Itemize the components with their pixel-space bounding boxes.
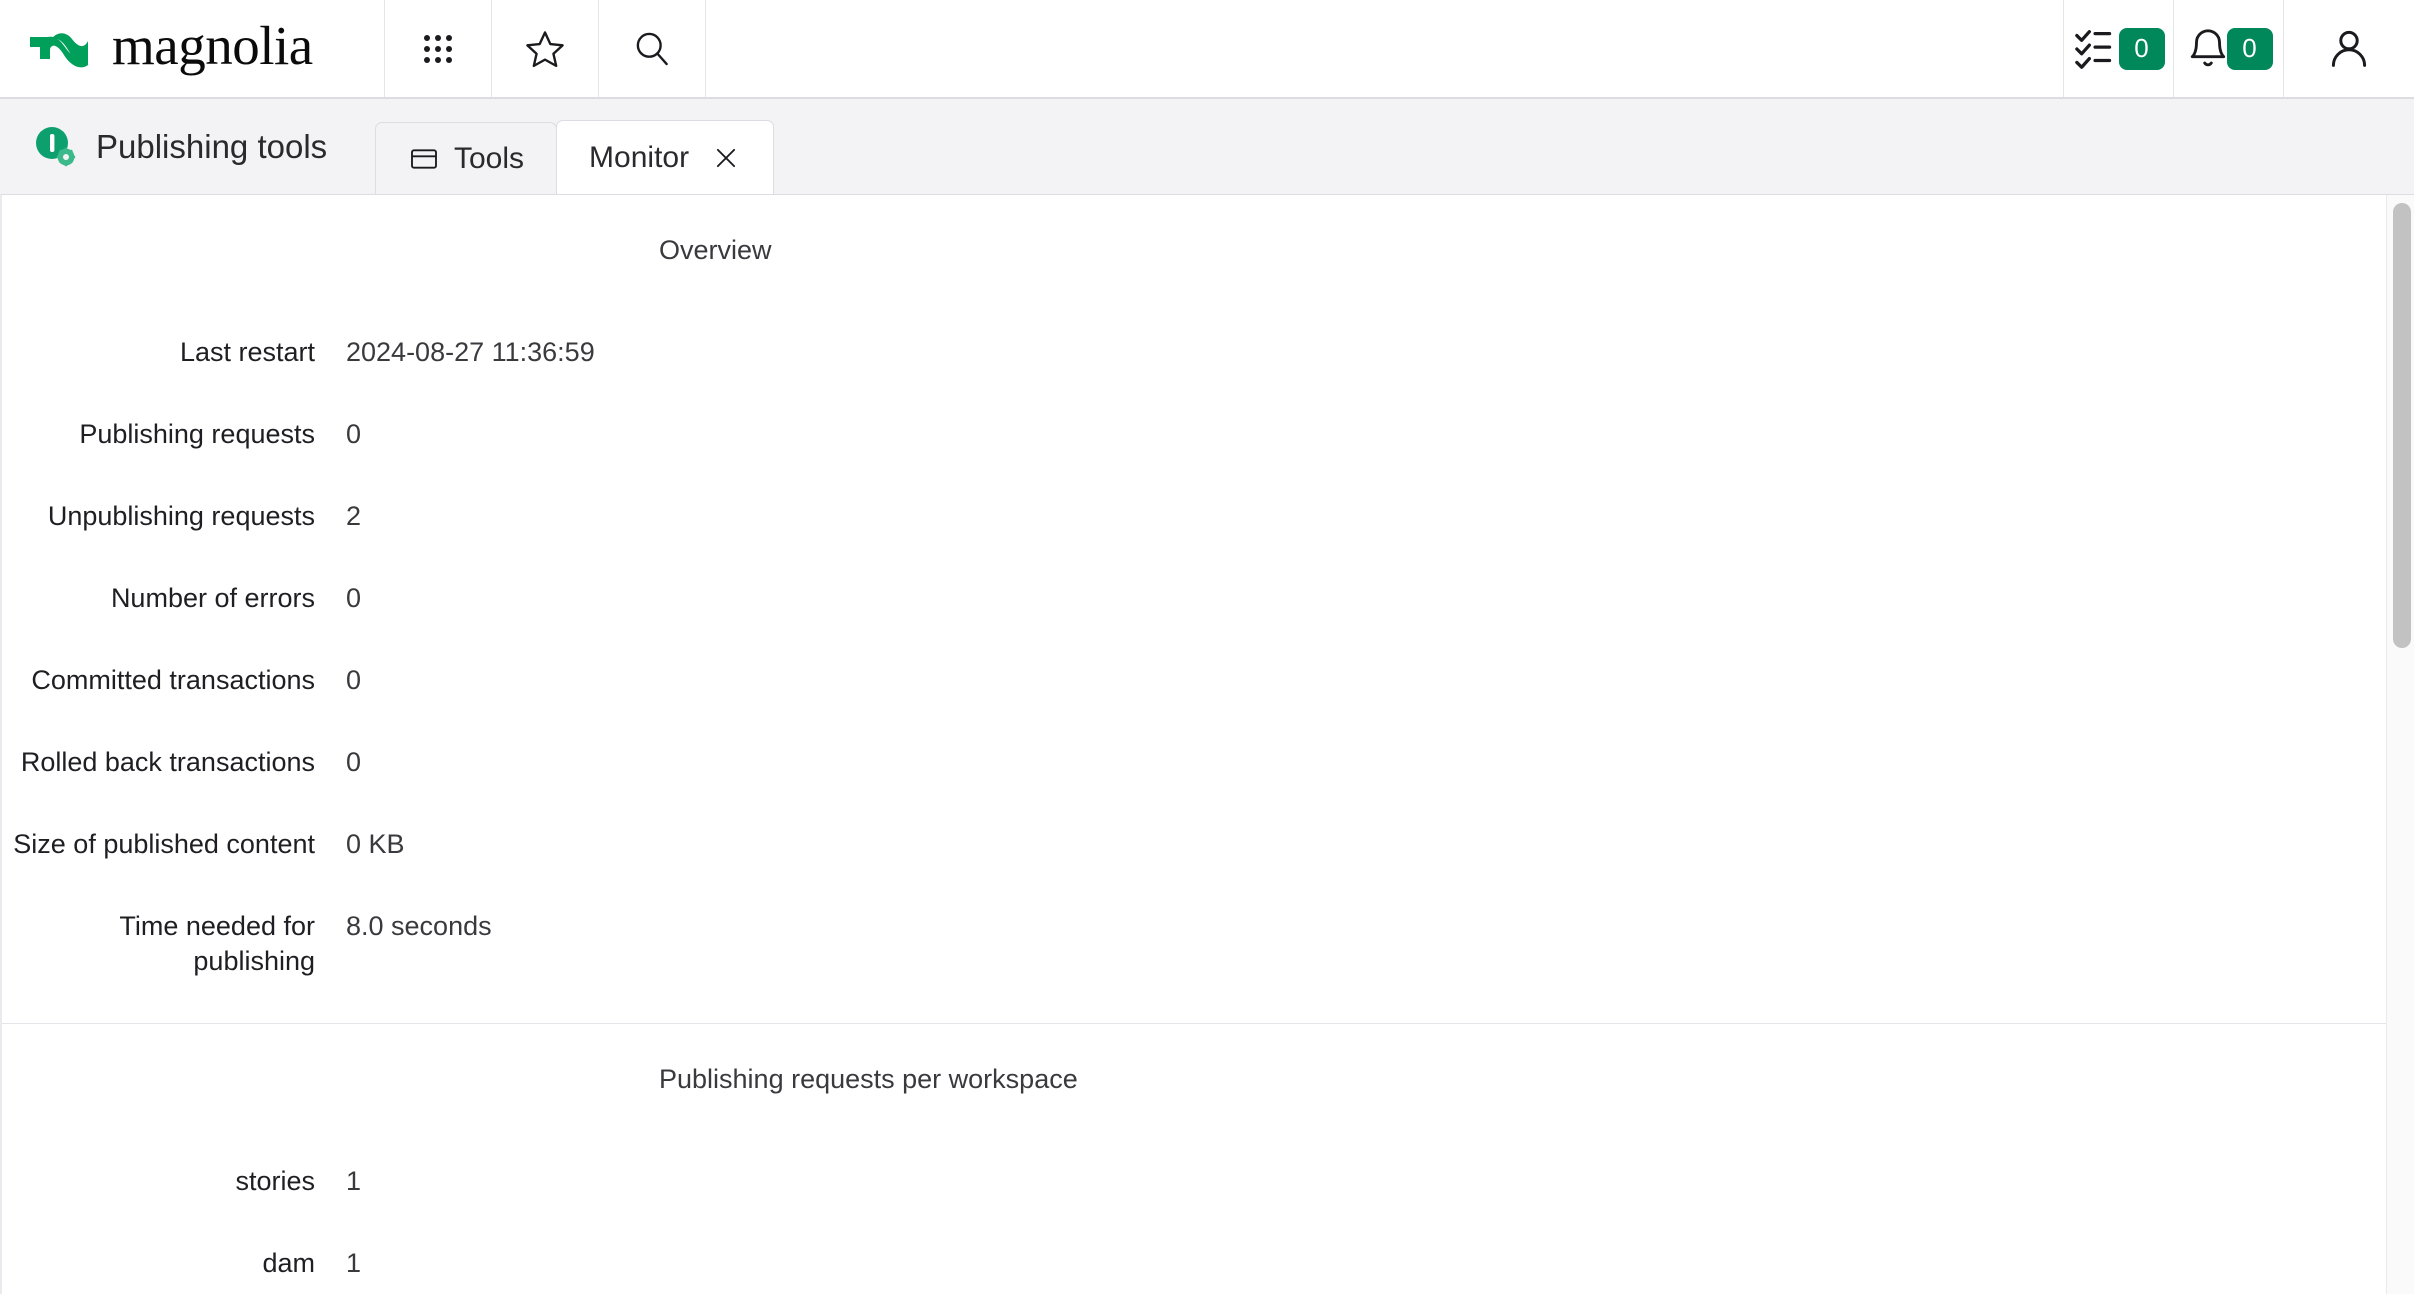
vertical-scrollbar[interactable] [2386,195,2414,1294]
row-number-of-errors: Number of errors 0 [2,581,2414,629]
user-avatar-icon [2331,30,2367,67]
magnolia-wave-logo-icon [30,32,88,67]
section-overview-title-row: Overview [2,235,2414,283]
row-time-needed-for-publishing: Time needed for publishing 8.0 seconds [2,909,2414,979]
section-workspace-title: Publishing requests per workspace [659,1064,1078,1095]
row-label: Committed transactions [31,665,315,695]
brand-wordmark: magnolia [112,15,313,76]
tab-monitor-label: Monitor [589,140,690,174]
bell-icon [2190,28,2225,66]
row-workspace-dam: dam 1 [2,1246,2414,1294]
row-value: 0 [346,419,362,449]
tasks-badge: 0 [2118,27,2165,70]
row-label: Rolled back transactions [20,747,315,777]
tab-tools-label: Tools [454,141,525,175]
row-value: 1 [346,1248,362,1279]
row-last-restart: Last restart 2024-08-27 11:36:59 [2,335,2414,383]
row-value: 0 [346,747,362,777]
row-label: Time needed for publishing [119,911,315,977]
row-publishing-requests: Publishing requests 0 [2,417,2414,465]
star-icon [526,30,564,67]
row-value: 0 KB [346,829,405,859]
row-size-of-published-content: Size of published content 0 KB [2,827,2414,875]
tab-tools[interactable]: Tools [375,122,558,194]
header-spacer [706,0,2064,97]
notifications-button[interactable]: 0 [2174,0,2284,97]
row-value: 2024-08-27 11:36:59 [346,337,595,367]
user-menu-button[interactable] [2284,0,2414,97]
row-value: 2 [346,501,362,531]
row-committed-transactions: Committed transactions 0 [2,663,2414,711]
app-title-block: Publishing tools [0,99,375,194]
favorites-button[interactable] [492,0,599,97]
search-button[interactable] [599,0,706,97]
tab-strip: Tools Monitor [375,99,775,194]
row-label: Last restart [179,337,315,367]
window-panel-icon [411,148,437,169]
row-label: dam [262,1248,315,1279]
app-tab-bar: Publishing tools Tools Monitor [0,99,2414,194]
brand-logo[interactable]: magnolia [0,0,385,97]
tab-monitor-close-icon[interactable] [711,143,741,173]
tab-monitor[interactable]: Monitor [556,120,775,194]
row-workspace-stories: stories 1 [2,1164,2414,1212]
apps-grid-icon [424,34,452,63]
publishing-tools-icon [32,123,80,171]
row-label: Number of errors [110,583,315,613]
row-label: Publishing requests [79,419,315,449]
page-title: Publishing tools [96,127,328,165]
row-value: 1 [346,1166,362,1197]
vertical-scrollbar-thumb[interactable] [2393,203,2411,648]
tasks-button[interactable]: 0 [2064,0,2174,97]
apps-grid-button[interactable] [385,0,492,97]
row-value: 0 [346,665,362,695]
row-value: 0 [346,583,362,613]
section-workspace-requests: Publishing requests per workspace storie… [2,1024,2414,1294]
row-label: stories [235,1166,315,1197]
section-workspace-title-row: Publishing requests per workspace [2,1064,2414,1112]
row-label: Unpublishing requests [47,501,315,531]
row-value: 8.0 seconds [346,911,492,941]
top-header-bar: magnolia 0 0 [0,0,2414,99]
row-unpublishing-requests: Unpublishing requests 2 [2,499,2414,547]
overview-panel: Overview Last restart 2024-08-27 11:36:5… [2,195,2414,1294]
task-list-icon [2074,29,2111,69]
search-icon [636,32,668,65]
row-rolled-back-transactions: Rolled back transactions 0 [2,745,2414,793]
notifications-badge: 0 [2226,27,2273,70]
row-label: Size of published content [13,829,315,859]
monitor-content-area: Overview Last restart 2024-08-27 11:36:5… [0,194,2414,1294]
section-overview-title: Overview [659,235,772,265]
section-overview: Overview Last restart 2024-08-27 11:36:5… [2,195,2414,1023]
